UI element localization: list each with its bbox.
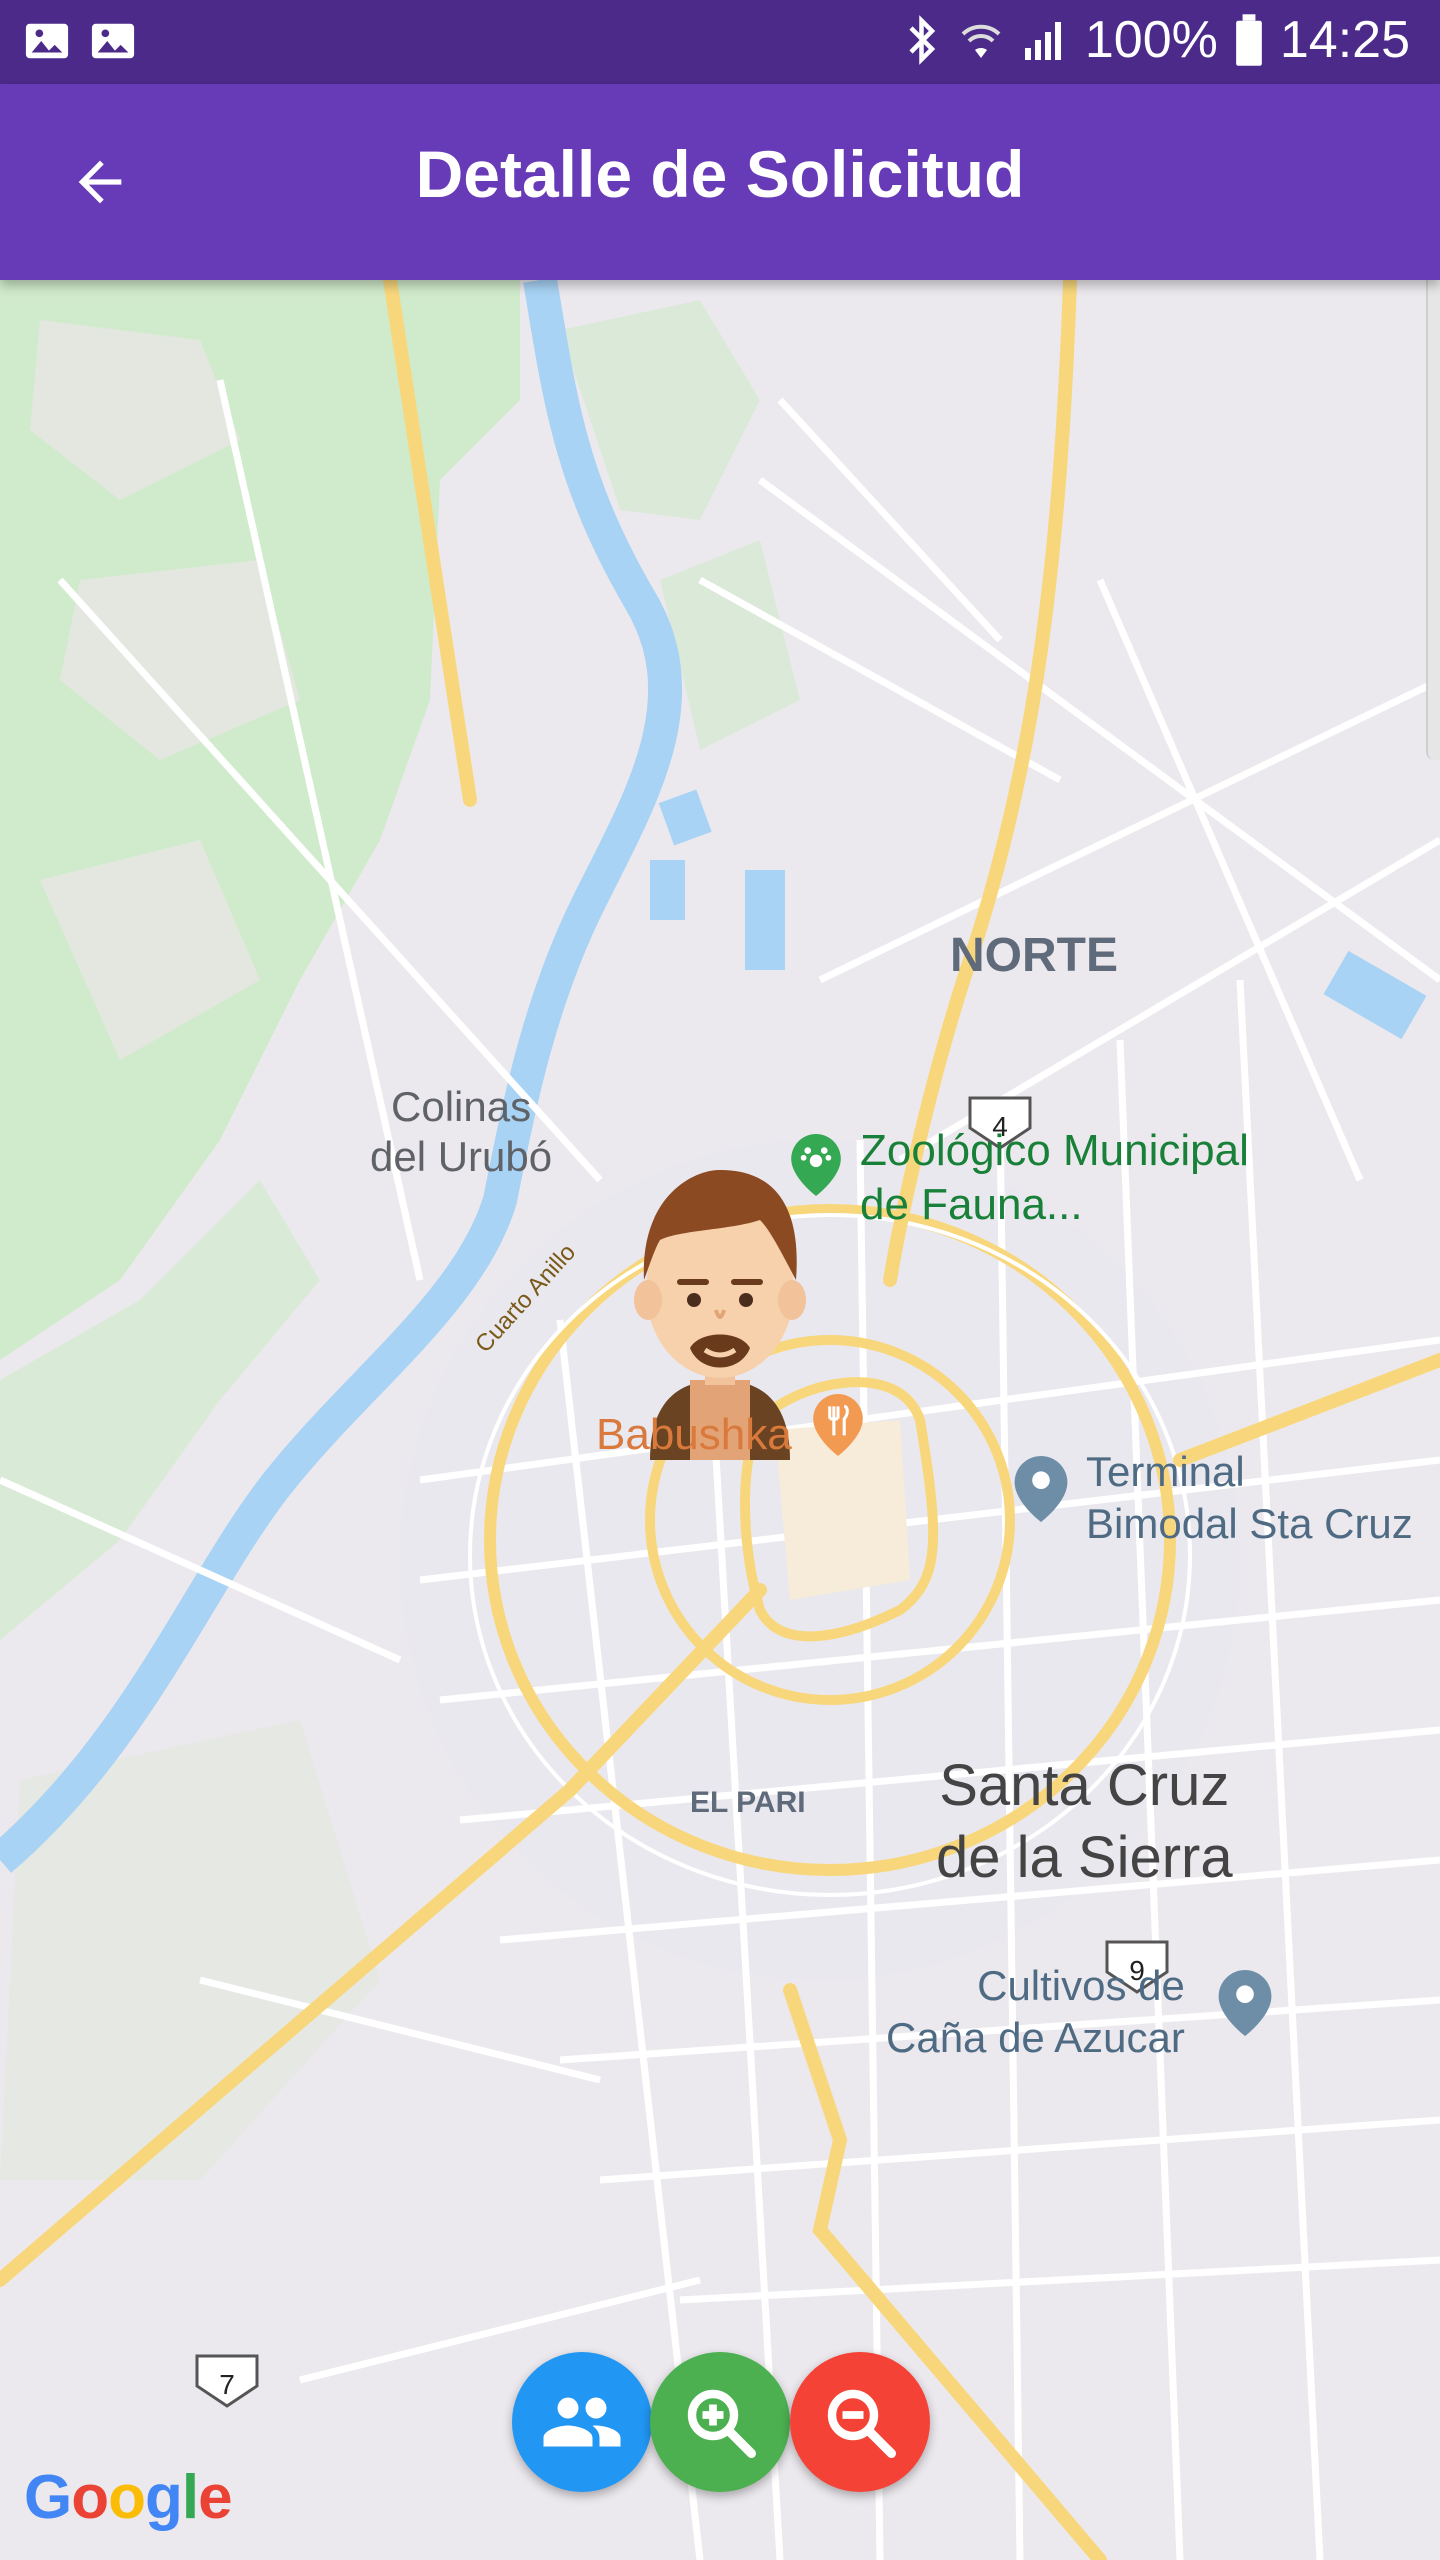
- zoom-in-icon: [687, 2389, 757, 2459]
- page-title: Detalle de Solicitud: [415, 137, 1025, 211]
- route-shield-7: 7: [219, 2369, 235, 2400]
- map-label-zoo[interactable]: Zoológico Municipal de Fauna...: [860, 1124, 1249, 1232]
- bluetooth-icon: [909, 15, 936, 65]
- zoom-out-icon: [827, 2389, 897, 2459]
- wifi-icon: [961, 24, 1001, 58]
- map-label-babushka[interactable]: Babushka: [596, 1410, 792, 1460]
- map-label-santa-cruz: Santa Cruz de la Sierra: [936, 1753, 1233, 1890]
- restaurant-pin-icon: [812, 1394, 864, 1456]
- side-panel-handle[interactable]: [1426, 280, 1440, 760]
- zoom-in-button[interactable]: [650, 2352, 790, 2492]
- image-icon: [91, 23, 135, 59]
- cultivos-pin-icon: [1218, 1970, 1272, 2036]
- map-label-norte: NORTE: [950, 929, 1118, 982]
- map-label-colinas: Colinas del Urubó: [370, 1083, 553, 1180]
- map-view[interactable]: 4 9 7 NORTE Colinas del Urubó Zoológico …: [0, 280, 1440, 2560]
- battery-icon: [1236, 14, 1262, 66]
- group-icon: [543, 2397, 621, 2447]
- group-button[interactable]: [512, 2352, 652, 2492]
- zoom-out-button[interactable]: [790, 2352, 930, 2492]
- clock: 14:25: [1279, 11, 1410, 69]
- status-bar: 100% 14:25: [0, 0, 1440, 84]
- signal-icon: [1024, 22, 1061, 60]
- battery-percent: 100%: [1084, 11, 1218, 69]
- image-icon: [25, 23, 69, 59]
- google-logo: Google: [24, 2463, 233, 2532]
- map-label-el-pari: EL PARI: [690, 1786, 806, 1819]
- map-label-cultivos[interactable]: Cultivos de Caña de Azucar: [886, 1960, 1185, 2064]
- map-label-terminal[interactable]: Terminal Bimodal Sta Cruz: [1086, 1446, 1413, 1550]
- app-bar: Detalle de Solicitud: [0, 84, 1440, 280]
- terminal-pin-icon: [1014, 1456, 1068, 1522]
